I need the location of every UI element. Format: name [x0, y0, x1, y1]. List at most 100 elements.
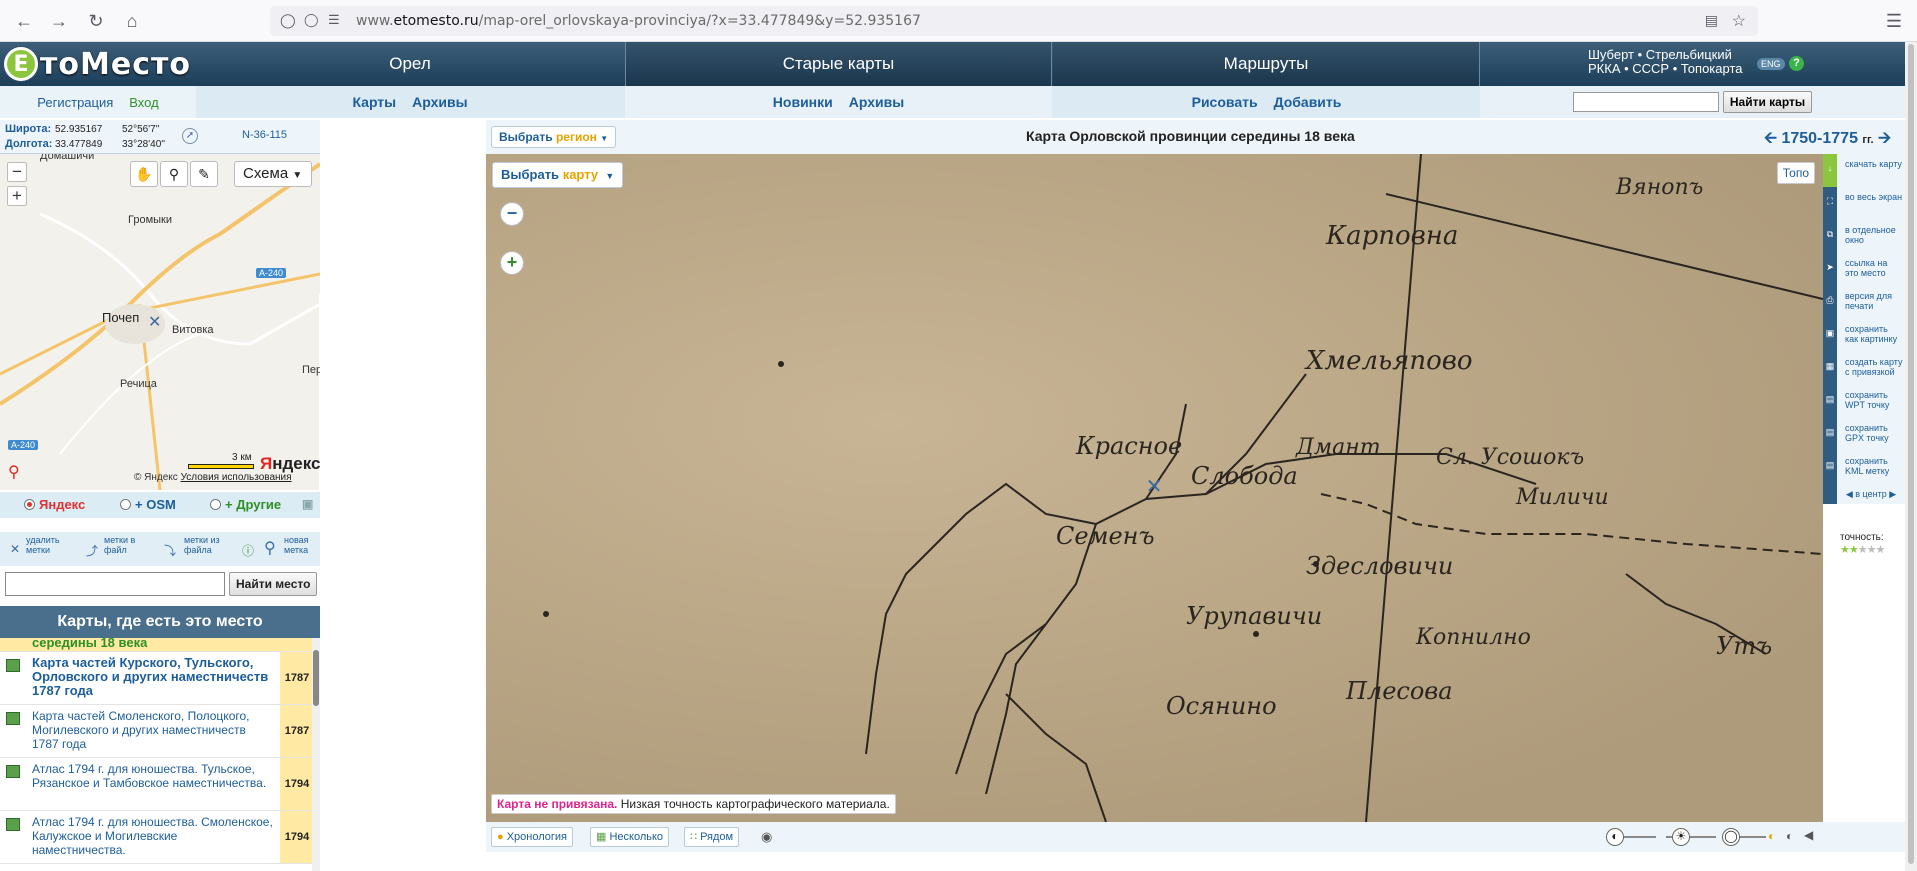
draw-route-link[interactable]: Рисовать: [1192, 94, 1258, 110]
expand-icon[interactable]: ▣: [302, 497, 313, 511]
tracking-icon[interactable]: ◯: [304, 12, 319, 28]
center-label[interactable]: в центр: [1855, 489, 1886, 499]
header-links-line2[interactable]: РККА • СССР • Топокарта: [1588, 62, 1742, 76]
back-icon[interactable]: ←: [12, 9, 36, 33]
map-title[interactable]: Карта частей Смоленского, Полоцкого, Мог…: [26, 705, 280, 757]
home-icon[interactable]: ⌂: [120, 9, 144, 33]
fullscreen-tool[interactable]: ⛶ во весь экран: [1823, 187, 1905, 220]
map-title[interactable]: Атлас 1794 г. для юношества. Тульское, Р…: [26, 758, 280, 810]
topo-button[interactable]: Топо: [1776, 162, 1815, 184]
delete-marks-icon[interactable]: ✕: [10, 542, 20, 556]
reload-icon[interactable]: ↻: [84, 9, 108, 33]
reader-view-icon[interactable]: ▤: [1705, 12, 1718, 29]
settings-circle-icon[interactable]: ◉: [761, 829, 772, 845]
chronology-button[interactable]: ● Хронология: [491, 827, 574, 847]
map-sheet-link[interactable]: N-36-115: [242, 129, 287, 141]
map-search-input[interactable]: [1572, 92, 1719, 112]
save-wpt-tool[interactable]: ▤ сохранить WPT точку: [1823, 385, 1905, 418]
marks-to-file-icon[interactable]: ⤴: [86, 542, 98, 559]
print-tool[interactable]: ⎙ версия для печати: [1823, 286, 1905, 319]
page-scrollbar[interactable]: [1905, 42, 1917, 871]
new-window-tool[interactable]: ⧉ в отдельное окно: [1823, 220, 1905, 253]
site-logo[interactable]: Е тоМесто: [4, 46, 191, 82]
find-maps-button[interactable]: Найти карты: [1722, 91, 1813, 113]
new-mark-link[interactable]: новая метка: [284, 535, 320, 555]
orel-maps-link[interactable]: Карты: [352, 94, 396, 110]
prev-map-icon[interactable]: 🡨: [1764, 130, 1777, 147]
zoom-in-button[interactable]: +: [500, 251, 524, 275]
find-place-button[interactable]: Найти место: [229, 572, 318, 596]
several-button[interactable]: ▦ Несколько: [590, 827, 670, 847]
list-scrollbar[interactable]: [312, 638, 320, 871]
place-search-input[interactable]: [5, 572, 225, 596]
geolocation-pin-icon[interactable]: ⚲: [8, 462, 20, 482]
collapse-icon[interactable]: ◀: [1804, 828, 1813, 842]
map-title[interactable]: Атлас 1794 г. для юношества. Смоленское,…: [26, 811, 280, 863]
delete-marks-link[interactable]: удалить метки: [26, 535, 66, 555]
scroll-thumb[interactable]: [313, 650, 319, 706]
mini-zoom-in-button[interactable]: +: [7, 186, 27, 206]
list-item[interactable]: Атлас 1794 г. для юношества. Смоленское,…: [0, 811, 314, 864]
compass-icon[interactable]: ➚: [182, 128, 198, 144]
arrow-left-icon[interactable]: ◀: [1846, 489, 1853, 499]
bookmark-star-icon[interactable]: ☆: [1732, 11, 1746, 31]
map-title[interactable]: середины 18 века: [26, 638, 280, 651]
info-icon[interactable]: ⓘ: [242, 542, 254, 559]
list-item[interactable]: Атлас 1794 г. для юношества. Тульское, Р…: [0, 758, 314, 811]
old-map-view[interactable]: Карповна Хмельяпово Красное Слобода Дман…: [486, 154, 1823, 822]
help-icon[interactable]: ?: [1789, 56, 1804, 71]
magnifier-icon[interactable]: ⚲: [160, 161, 188, 187]
pan-center-control[interactable]: ◀ в центр ▶: [1837, 484, 1905, 504]
register-link[interactable]: Регистрация: [37, 95, 113, 110]
opacity-icon[interactable]: ◯: [1722, 828, 1740, 846]
ruler-icon[interactable]: ✎: [190, 161, 218, 187]
orel-archives-link[interactable]: Архивы: [412, 94, 467, 110]
login-link[interactable]: Вход: [129, 95, 158, 110]
header-links-line1[interactable]: Шуберт • Стрельбицкий: [1588, 48, 1742, 62]
tab-orel[interactable]: Орел: [196, 42, 624, 86]
mini-zoom-out-button[interactable]: −: [7, 162, 27, 182]
save-gpx-tool[interactable]: ▤ сохранить GPX точку: [1823, 418, 1905, 451]
swap-icon[interactable]: ◐: [1768, 829, 1775, 843]
choose-region-button[interactable]: Выбрать регион ▼: [491, 126, 617, 148]
header-map-links[interactable]: Шуберт • Стрельбицкий РККА • СССР • Топо…: [1588, 48, 1742, 76]
forward-icon[interactable]: →: [47, 9, 71, 33]
contrast-icon[interactable]: ◐: [1606, 828, 1624, 846]
provider-yandex[interactable]: Яндекс: [24, 497, 85, 512]
zoom-out-button[interactable]: −: [500, 202, 524, 226]
menu-icon[interactable]: ☰: [1882, 9, 1906, 33]
old-archives-link[interactable]: Архивы: [849, 94, 904, 110]
marks-to-file-link[interactable]: метки в файл: [104, 535, 144, 555]
download-map-tool[interactable]: ↓ скачать карту: [1823, 154, 1905, 187]
site-info-icon[interactable]: ☰: [328, 12, 340, 28]
list-item[interactable]: середины 18 века: [0, 638, 314, 652]
page-scroll-thumb[interactable]: [1908, 44, 1914, 864]
provider-osm[interactable]: + OSM: [120, 497, 176, 512]
brightness-icon[interactable]: ☀: [1672, 828, 1690, 846]
address-bar[interactable]: ◯ ◯ ☰ www.etomesto.ru/map-orel_orlovskay…: [270, 6, 1758, 36]
create-map-tool[interactable]: ▦ создать карту с привязкой: [1823, 352, 1905, 385]
hand-icon[interactable]: ✋: [130, 161, 158, 187]
map-type-select[interactable]: Схема ▼: [234, 161, 312, 187]
tab-routes[interactable]: Маршруты: [1053, 42, 1480, 86]
link-tool[interactable]: ➤ ссылка на это место: [1823, 253, 1905, 286]
save-kml-tool[interactable]: ▤ сохранить KML метку: [1823, 451, 1905, 484]
provider-other[interactable]: + Другие: [210, 497, 281, 512]
side-by-side-button[interactable]: ∷ Рядом: [684, 827, 740, 847]
new-maps-link[interactable]: Новинки: [773, 94, 833, 110]
list-item[interactable]: Карта частей Смоленского, Полоцкого, Мог…: [0, 705, 314, 758]
choose-map-button[interactable]: Выбрать карту ▼: [492, 162, 624, 188]
add-route-link[interactable]: Добавить: [1274, 94, 1342, 110]
yandex-mini-map[interactable]: Домашичи Громыки Почеп Витовка Речица Пе…: [0, 154, 320, 490]
tab-old-maps[interactable]: Старые карты: [625, 42, 1052, 86]
map-title[interactable]: Карта частей Курского, Тульского, Орловс…: [26, 652, 280, 704]
next-map-icon[interactable]: 🡪: [1878, 130, 1891, 147]
marks-from-file-icon[interactable]: ⤵: [164, 542, 176, 559]
arrow-right-icon[interactable]: ▶: [1889, 489, 1896, 499]
list-item[interactable]: Карта частей Курского, Тульского, Орловс…: [0, 652, 314, 705]
marks-from-file-link[interactable]: метки из файла: [184, 535, 226, 555]
shield-icon[interactable]: ◯: [280, 12, 296, 29]
save-image-tool[interactable]: ▣ сохранить как картинку: [1823, 319, 1905, 352]
new-mark-pin-icon[interactable]: ⚲: [264, 538, 276, 558]
reset-icon[interactable]: ◐: [1786, 829, 1793, 843]
